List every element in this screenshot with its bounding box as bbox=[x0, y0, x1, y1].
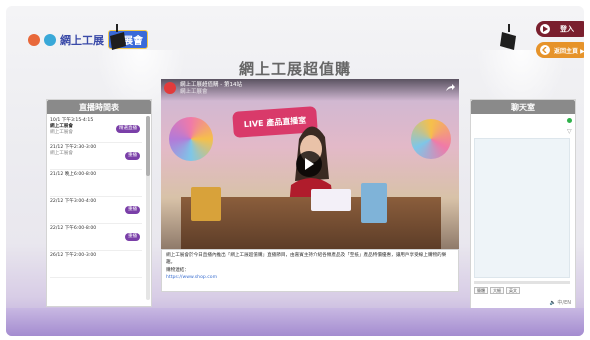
product-box-1 bbox=[191, 187, 221, 221]
replay-button[interactable]: 重播 bbox=[125, 152, 140, 160]
replay-button[interactable]: 重播 bbox=[125, 233, 140, 241]
shop-link[interactable]: https://www.shop.com bbox=[166, 275, 454, 282]
replay-button[interactable]: 重播 bbox=[125, 206, 140, 214]
schedule-item[interactable]: 21/12 下午2:30-3:00 網上工展會 重播 bbox=[50, 143, 142, 170]
chat-input[interactable] bbox=[474, 281, 570, 284]
chat-message-area[interactable] bbox=[474, 138, 570, 278]
schedule-item-time: 21/12 晚上6:00-8:00 bbox=[50, 172, 97, 177]
back-arrow-icon bbox=[540, 45, 550, 55]
product-box-3 bbox=[361, 183, 387, 223]
schedule-list: 10/1 下午3:15-4:15 網上工展會 網上工展會 精選直播 21/12 … bbox=[47, 114, 145, 306]
logo-dot-blue-icon bbox=[44, 33, 56, 46]
video-title[interactable]: 網上工展超值購 - 第14站 bbox=[180, 82, 242, 89]
product-box-2 bbox=[311, 189, 351, 211]
logo-text: 網上工展 bbox=[60, 33, 104, 47]
video-description: 網上工展會於今日直播內推出「網上工展超值購」直播節目，由嘉賓主持介紹各類產品及「… bbox=[161, 249, 459, 292]
schedule-scrollbar[interactable] bbox=[146, 116, 150, 300]
page-stage: 網上工展 工展會 登入 返回主頁 ▶ 網上工展超值購 直播時間表 10/1 下午… bbox=[6, 6, 584, 336]
login-label: 登入 bbox=[560, 25, 574, 33]
schedule-item[interactable]: 10/1 下午3:15-4:15 網上工展會 網上工展會 精選直播 bbox=[50, 116, 142, 143]
description-text: 網上工展會於今日直播內推出「網上工展超值購」直播節目，由嘉賓主持介紹各類產品及「… bbox=[166, 253, 447, 265]
schedule-title: 直播時間表 bbox=[47, 100, 151, 114]
back-home-label: 返回主頁 ▶ bbox=[554, 47, 584, 55]
chat-panel: 聊天室 ▽ 簡體 大細 英文 🔈 中/EN bbox=[470, 99, 576, 309]
chat-tools[interactable]: 🔈 中/EN bbox=[550, 299, 571, 306]
chat-tools-label: 🔈 中/EN bbox=[549, 300, 571, 306]
prize-wheel-right bbox=[411, 119, 451, 159]
login-button[interactable]: 登入 bbox=[536, 21, 584, 37]
video-top-bar: 網上工展超值購 - 第14站 網上工展會 bbox=[161, 79, 459, 101]
video-channel: 網上工展會 bbox=[180, 89, 208, 95]
page-title: 網上工展超值購 bbox=[238, 60, 351, 78]
online-status-icon bbox=[567, 118, 572, 123]
chat-title: 聊天室 bbox=[471, 100, 575, 114]
chat-option-button[interactable]: 英文 bbox=[506, 287, 520, 294]
stage-floor bbox=[6, 308, 584, 336]
video-player[interactable]: LIVE 產品直播室 網上工展超值購 - 第14站 網上工展會 bbox=[161, 79, 459, 249]
play-button[interactable] bbox=[296, 151, 322, 177]
schedule-item-time: 22/12 下午6:00-8:00 bbox=[50, 226, 97, 231]
schedule-item[interactable]: 22/12 下午3:00-4:00 重播 bbox=[50, 197, 142, 224]
channel-avatar-icon bbox=[164, 82, 176, 94]
schedule-item[interactable]: 22/12 下午6:00-8:00 重播 bbox=[50, 224, 142, 251]
schedule-panel: 直播時間表 10/1 下午3:15-4:15 網上工展會 網上工展會 精選直播 … bbox=[46, 99, 152, 307]
schedule-action-button[interactable]: 精選直播 bbox=[116, 125, 140, 133]
schedule-item-time: 22/12 下午3:00-4:00 bbox=[50, 199, 97, 204]
logo-dot-orange-icon bbox=[28, 33, 40, 46]
schedule-item[interactable]: 21/12 晚上6:00-8:00 bbox=[50, 170, 142, 197]
prize-wheel-left bbox=[169, 117, 213, 161]
chat-option-button[interactable]: 簡體 bbox=[474, 287, 488, 294]
play-circle-icon bbox=[540, 24, 550, 34]
chat-option-button[interactable]: 大細 bbox=[490, 287, 504, 294]
site-logo[interactable]: 網上工展 工展會 bbox=[28, 30, 148, 49]
back-home-button[interactable]: 返回主頁 ▶ bbox=[536, 42, 584, 58]
schedule-item[interactable]: 26/12 下午2:00-3:00 bbox=[50, 251, 142, 278]
chat-controls: 簡體 大細 英文 bbox=[474, 287, 520, 294]
share-icon[interactable] bbox=[445, 83, 455, 93]
chevron-down-icon[interactable]: ▽ bbox=[567, 128, 572, 135]
scrollbar-thumb[interactable] bbox=[146, 116, 150, 176]
schedule-item-time: 26/12 下午2:00-3:00 bbox=[50, 253, 97, 258]
play-icon bbox=[305, 158, 314, 170]
